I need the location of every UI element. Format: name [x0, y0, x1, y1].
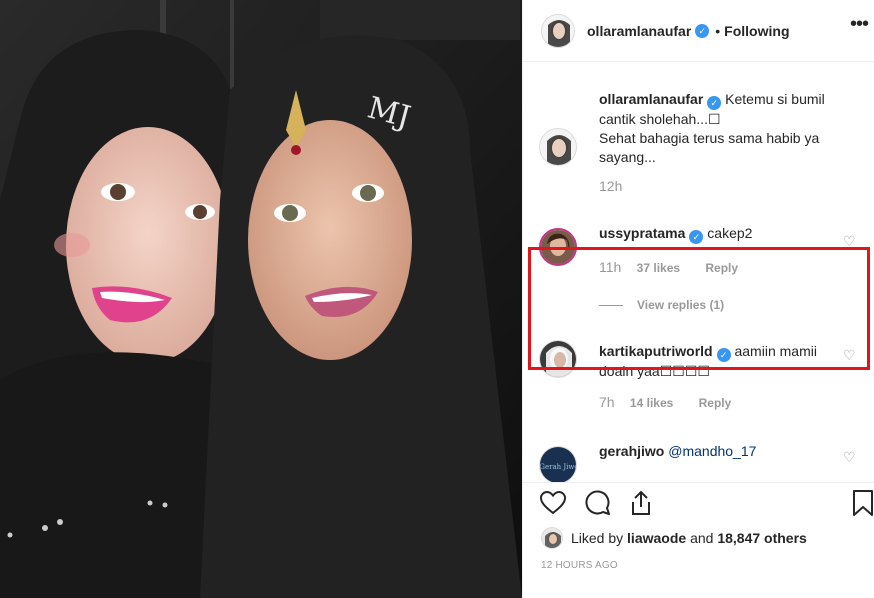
likes-others-link[interactable]: 18,847 others [717, 530, 807, 546]
comment-text: cakep2 [707, 225, 753, 241]
svg-text:Gerah Jiwo: Gerah Jiwo [540, 463, 577, 471]
comment-time[interactable]: 7h [599, 394, 615, 410]
post-actions: Liked by liawaode and 18,847 others 12 H… [523, 482, 874, 598]
highlight-box [528, 247, 870, 370]
post-timestamp[interactable]: 12 HOURS AGO [541, 560, 618, 571]
caption-avatar[interactable] [539, 128, 577, 166]
comment-avatar[interactable]: Gerah Jiwo [539, 446, 577, 482]
photo-image: MJ [0, 0, 522, 598]
comment-mention[interactable]: @mandho_17 [668, 443, 756, 459]
likes-summary: Liked by liawaode and 18,847 others [541, 527, 807, 549]
likes-and: and [690, 530, 714, 546]
comment-likes[interactable]: 14 likes [630, 396, 673, 410]
caption-username[interactable]: ollaramlanaufar [599, 91, 703, 107]
verified-badge-icon: ✓ [707, 96, 722, 110]
bookmark-icon[interactable] [849, 489, 874, 517]
comment-username[interactable]: gerahjiwo [599, 443, 664, 459]
author-username[interactable]: ollaramlanaufar [587, 23, 691, 39]
likes-prefix: Liked by [571, 530, 624, 546]
liker-username[interactable]: liawaode [627, 530, 686, 546]
comment-icon[interactable] [583, 489, 611, 517]
share-icon[interactable] [627, 489, 655, 517]
caption-meta: 12h [599, 177, 844, 197]
comment-item: Gerah Jiwo gerahjiwo @mandho_17 ♡ [539, 442, 869, 482]
post-details-panel: ollaramlanaufar ✓ • Following ••• ollara… [522, 0, 874, 598]
comment-body: gerahjiwo @mandho_17 [599, 442, 844, 461]
comment-meta: 7h 14 likes Reply [599, 393, 844, 413]
author-avatar[interactable] [541, 13, 575, 48]
post-photo[interactable]: MJ [0, 0, 522, 598]
liker-avatar[interactable] [541, 527, 563, 549]
caption: ollaramlanaufar ✓ Ketemu si bumil cantik … [539, 90, 869, 200]
post-header: ollaramlanaufar ✓ • Following ••• [523, 0, 874, 62]
reply-button[interactable]: Reply [699, 396, 732, 410]
comment-username[interactable]: ussypratama [599, 225, 685, 241]
heart-icon[interactable] [539, 489, 567, 517]
caption-time[interactable]: 12h [599, 178, 622, 194]
like-comment-heart-icon[interactable]: ♡ [843, 450, 857, 464]
more-options-icon[interactable]: ••• [849, 14, 869, 34]
like-comment-heart-icon[interactable]: ♡ [843, 234, 857, 248]
verified-badge-icon: ✓ [695, 23, 710, 38]
following-button[interactable]: Following [724, 23, 789, 39]
caption-body: ollaramlanaufar ✓ Ketemu si bumil cantik … [599, 90, 844, 197]
separator-dot: • [715, 22, 721, 39]
verified-badge-icon: ✓ [689, 230, 704, 244]
